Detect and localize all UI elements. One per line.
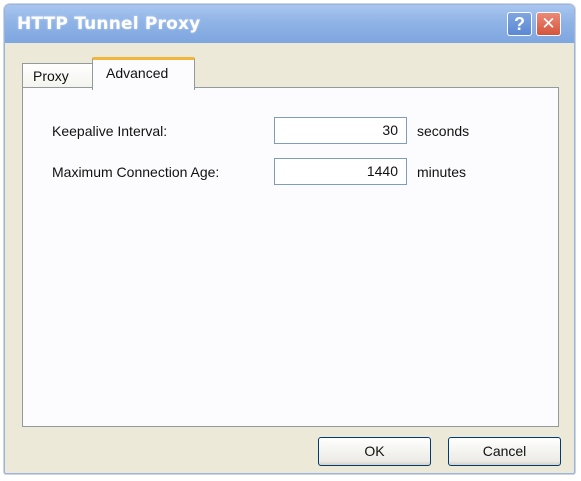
tab-proxy-label: Proxy bbox=[33, 68, 69, 84]
tab-proxy[interactable]: Proxy bbox=[22, 63, 93, 88]
max-connection-age-input[interactable]: 1440 bbox=[274, 158, 407, 185]
tab-advanced-label: Advanced bbox=[106, 65, 169, 81]
keepalive-unit: seconds bbox=[417, 123, 470, 139]
cancel-button[interactable]: Cancel bbox=[448, 437, 561, 466]
window-title: HTTP Tunnel Proxy bbox=[17, 14, 201, 34]
tab-advanced[interactable]: Advanced bbox=[92, 57, 195, 90]
max-connection-age-label: Maximum Connection Age: bbox=[52, 164, 220, 180]
help-button[interactable]: ? bbox=[507, 12, 532, 36]
ok-button[interactable]: OK bbox=[318, 437, 431, 466]
keepalive-interval-label: Keepalive Interval: bbox=[52, 123, 168, 139]
advanced-tab-panel: Keepalive Interval: 30 seconds Maximum C… bbox=[22, 87, 559, 427]
dialog-window: HTTP Tunnel Proxy ? ✕ Proxy Advanced Kee… bbox=[4, 4, 575, 474]
title-bar[interactable]: HTTP Tunnel Proxy ? ✕ bbox=[5, 5, 574, 43]
close-button[interactable]: ✕ bbox=[536, 12, 561, 36]
keepalive-interval-input[interactable]: 30 bbox=[274, 117, 407, 144]
max-connection-age-unit: minutes bbox=[417, 164, 467, 180]
